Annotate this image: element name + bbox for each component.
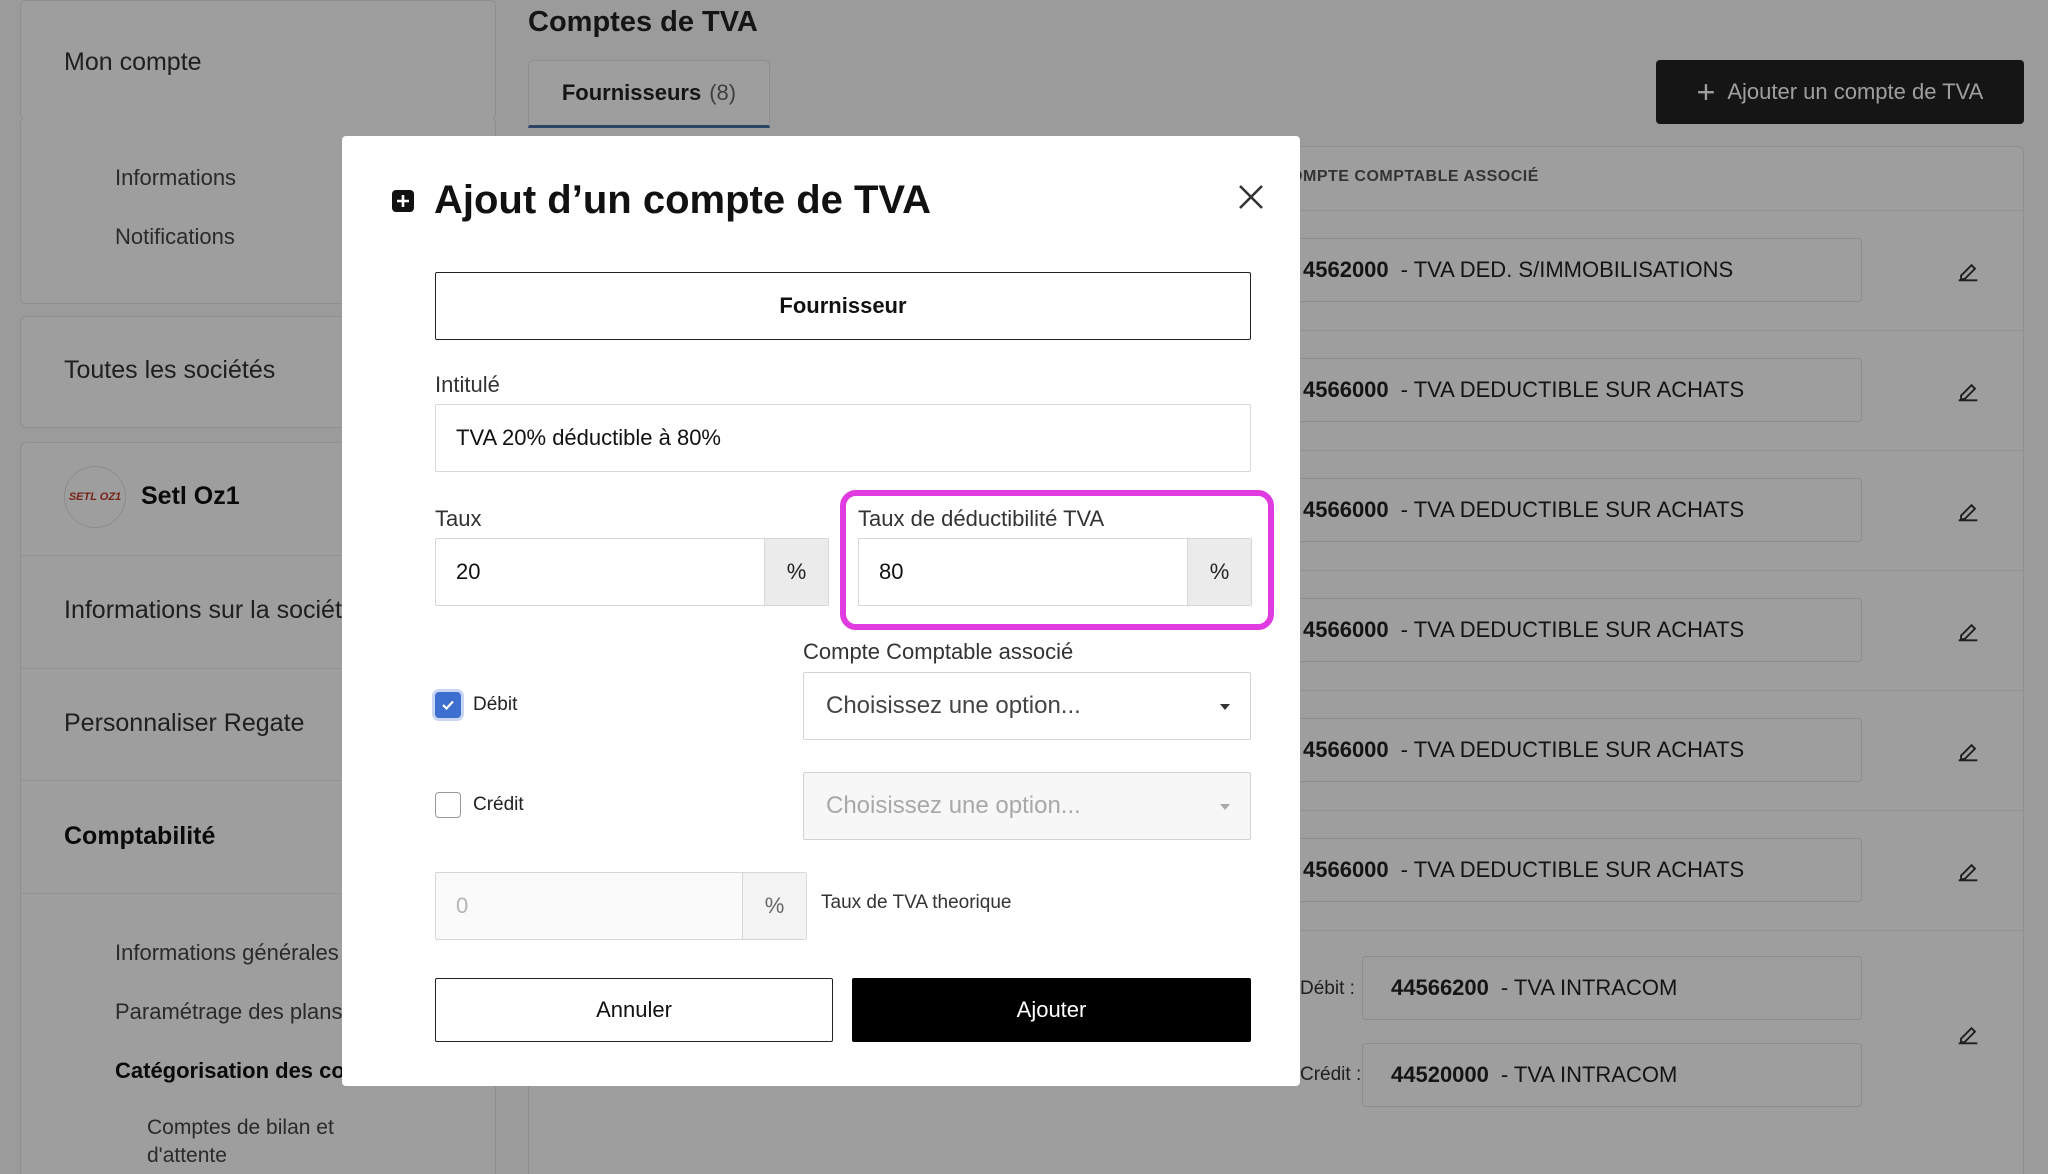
add-vat-account-modal: Ajout d’un compte de TVA Fournisseur Int… [342, 136, 1300, 1086]
percent-suffix: % [764, 539, 828, 605]
check-icon [442, 700, 454, 711]
theoretical-rate-label: Taux de TVA theorique [821, 892, 1012, 913]
taux-label: Taux [435, 506, 482, 531]
taux-value: 20 [456, 559, 481, 584]
theoretical-rate-value: 0 [456, 893, 469, 918]
chevron-down-icon [1220, 804, 1230, 810]
credit-select-placeholder: Choisissez une option... [826, 792, 1081, 819]
credit-label: Crédit [473, 794, 524, 815]
modal-title: Ajout d’un compte de TVA [434, 178, 932, 222]
plus-square-icon [392, 190, 414, 212]
theoretical-rate-input[interactable]: 0 % [435, 872, 807, 940]
submit-button[interactable]: Ajouter [852, 978, 1251, 1042]
intitule-value: TVA 20% déductible à 80% [456, 425, 721, 450]
compte-comptable-label: Compte Comptable associé [803, 639, 1074, 664]
credit-checkbox[interactable] [435, 792, 461, 818]
debit-account-select[interactable]: Choisissez une option... [803, 672, 1251, 740]
debit-label: Débit [473, 694, 518, 715]
debit-select-placeholder: Choisissez une option... [826, 692, 1081, 719]
taux-input[interactable]: 20 % [435, 538, 829, 606]
debit-checkbox[interactable] [435, 692, 461, 718]
intitule-label: Intitulé [435, 372, 500, 397]
intitule-input[interactable]: TVA 20% déductible à 80% [435, 404, 1251, 472]
deductibility-highlight [840, 490, 1274, 630]
credit-account-select[interactable]: Choisissez une option... [803, 772, 1251, 840]
cancel-button[interactable]: Annuler [435, 978, 833, 1042]
percent-suffix: % [742, 873, 806, 939]
type-fournisseur-button[interactable]: Fournisseur [435, 272, 1251, 340]
close-icon[interactable] [1228, 174, 1274, 220]
chevron-down-icon [1220, 704, 1230, 710]
